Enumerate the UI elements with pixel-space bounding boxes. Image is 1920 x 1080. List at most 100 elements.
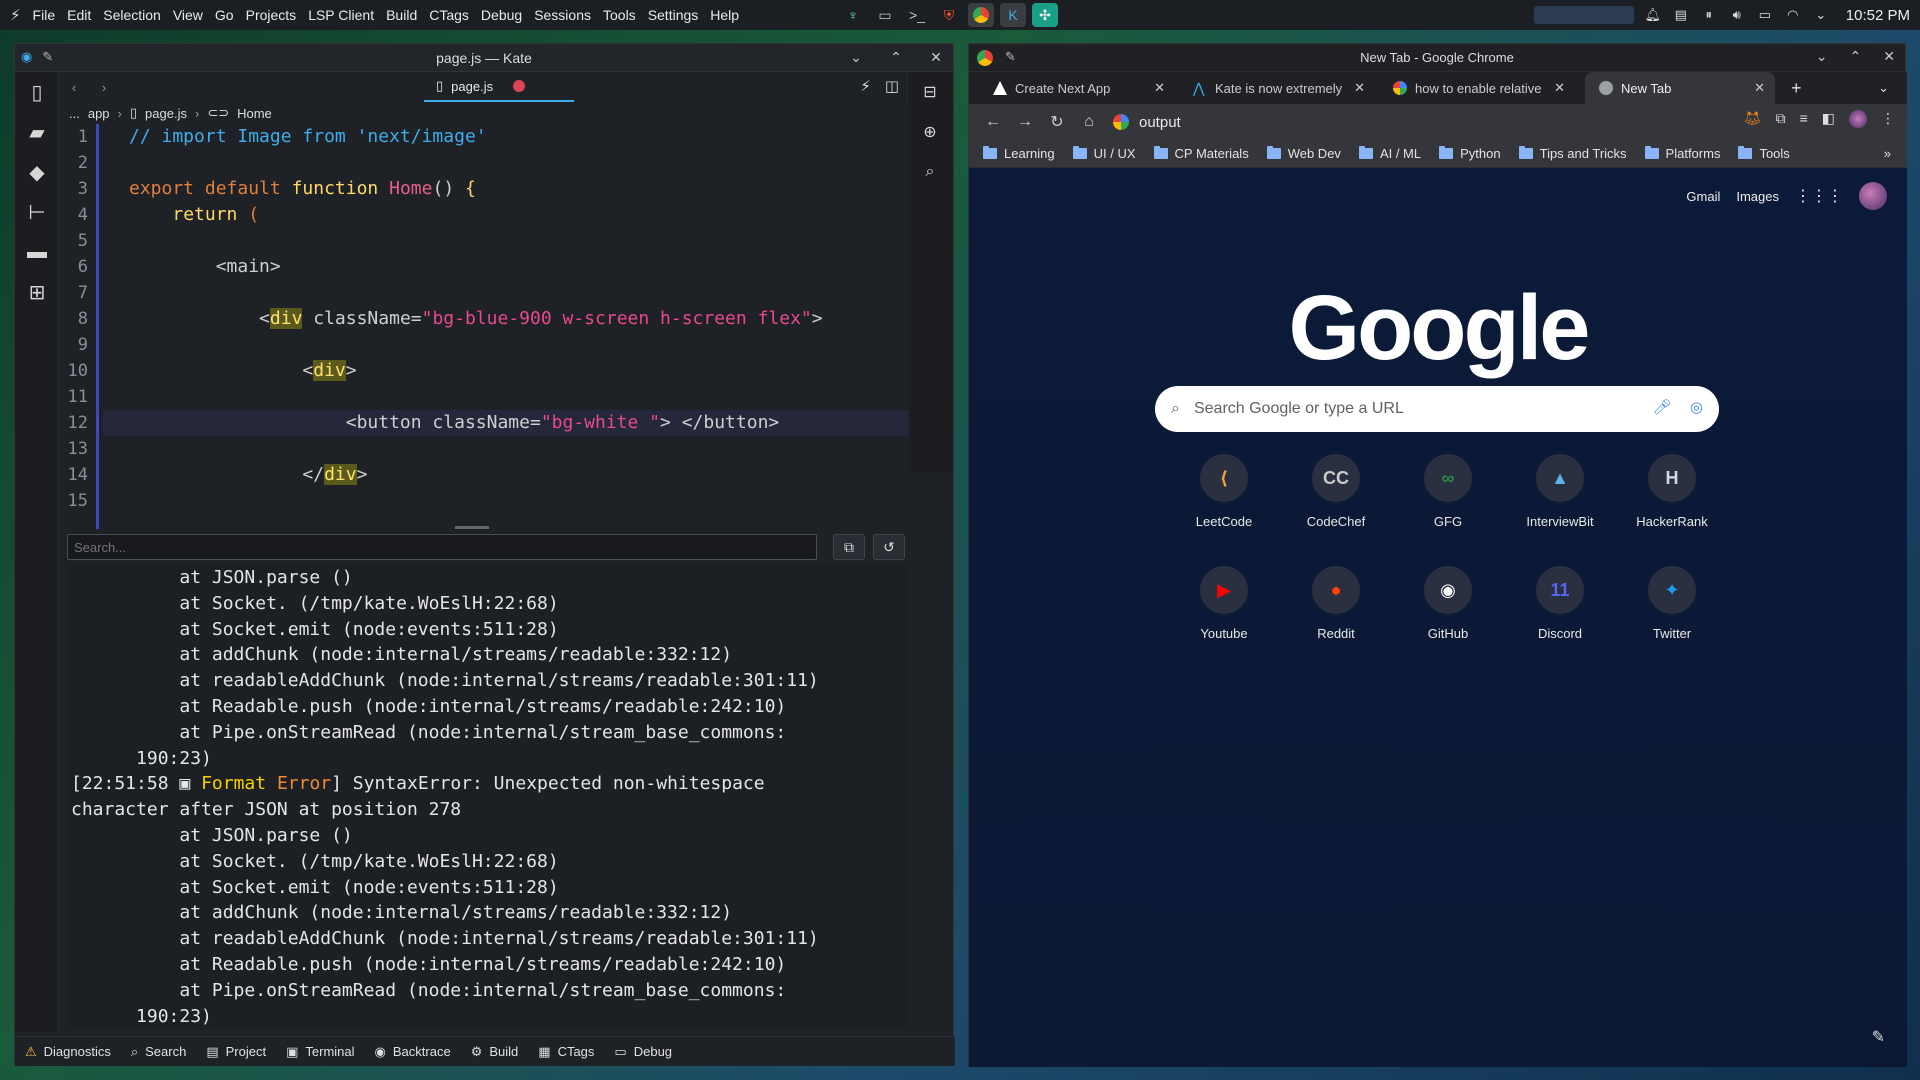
profile-avatar[interactable]: [1849, 110, 1867, 128]
pin-icon[interactable]: ✎: [1005, 49, 1016, 65]
code-line[interactable]: [103, 384, 909, 410]
close-tab-icon[interactable]: ✕: [1754, 80, 1765, 96]
clock[interactable]: 10:52 PM: [1846, 7, 1910, 24]
clear-history-icon[interactable]: ↺: [873, 534, 905, 560]
maximize-icon[interactable]: ⌃: [1850, 48, 1862, 65]
code-line[interactable]: [103, 436, 909, 462]
toolview-terminal[interactable]: ▣ Terminal: [286, 1044, 354, 1060]
breadcrumb-root[interactable]: ...: [69, 106, 80, 121]
menu-item-lsp-client[interactable]: LSP Client: [302, 7, 380, 23]
browser-tab[interactable]: Create Next App ✕: [979, 72, 1175, 104]
new-doc-icon[interactable]: ⊕: [908, 112, 952, 152]
browser-tab[interactable]: ⋀ Kate is now extremely ✕: [1179, 72, 1375, 104]
code-line[interactable]: <main>: [103, 254, 909, 280]
apps-grid-icon[interactable]: ⋮⋮⋮: [1795, 186, 1843, 206]
bookmark-folder[interactable]: AI / ML: [1358, 146, 1421, 161]
volume-icon[interactable]: 🔊︎: [1728, 6, 1746, 24]
new-tab-icon[interactable]: +: [1791, 78, 1802, 99]
bookmark-folder[interactable]: Tools: [1738, 146, 1790, 161]
side-panel-icon[interactable]: ◧: [1822, 110, 1835, 128]
menu-item-edit[interactable]: Edit: [61, 7, 97, 23]
browser-tab[interactable]: how to enable relative ✕: [1379, 72, 1575, 104]
home-icon[interactable]: ⌂: [1073, 113, 1105, 131]
toolview-build[interactable]: ⚙ Build: [471, 1044, 519, 1060]
code-line[interactable]: [103, 228, 909, 254]
menu-item-tools[interactable]: Tools: [597, 7, 642, 23]
bookmark-folder[interactable]: Learning: [983, 146, 1055, 161]
minimize-icon[interactable]: ⌄: [847, 48, 865, 66]
code-line[interactable]: <div>: [103, 358, 909, 384]
gmail-link[interactable]: Gmail: [1686, 189, 1720, 204]
code-editor[interactable]: 1 2 3 4 5 6 7 8 9 10 11 12 13 14 15 // import Image fr…: [59, 124, 909, 529]
shortcut-tile[interactable]: ◉ GitHub: [1403, 566, 1493, 641]
menu-item-selection[interactable]: Selection: [97, 7, 167, 23]
taskbar-app-icon[interactable]: ♆: [840, 3, 866, 27]
close-icon[interactable]: ✕: [927, 48, 945, 66]
reading-list-icon[interactable]: ≡: [1800, 110, 1808, 128]
code-line[interactable]: // import Image from 'next/image': [103, 124, 909, 150]
shortcut-tile[interactable]: ▶ Youtube: [1179, 566, 1269, 641]
close-tab-icon[interactable]: ✕: [1154, 80, 1165, 96]
toolview-search[interactable]: ⌕ Search: [131, 1044, 186, 1060]
folder-icon[interactable]: ▰: [15, 112, 59, 152]
shortcut-tile[interactable]: CC CodeChef: [1291, 454, 1381, 529]
media-icon[interactable]: ⏸: [1700, 6, 1718, 24]
code-line[interactable]: export default function Home() {: [103, 176, 909, 202]
breadcrumb-app[interactable]: app: [88, 106, 110, 121]
shortcut-tile[interactable]: ∞ GFG: [1403, 454, 1493, 529]
symbols-icon[interactable]: ⊢: [15, 192, 59, 232]
menu-item-help[interactable]: Help: [704, 7, 745, 23]
shortcut-tile[interactable]: 11 Discord: [1515, 566, 1605, 641]
ntp-search-box[interactable]: ⌕ Search Google or type a URL 🎤︎ ◎: [1155, 386, 1719, 432]
split-view-icon[interactable]: ◫: [885, 77, 899, 95]
wifi-icon[interactable]: ◠: [1784, 6, 1802, 24]
search-input[interactable]: [67, 534, 817, 560]
avatar[interactable]: [1859, 182, 1887, 210]
shortcut-tile[interactable]: ▲ InterviewBit: [1515, 454, 1605, 529]
bookmark-folder[interactable]: Python: [1439, 146, 1501, 161]
breadcrumb-symbol[interactable]: Home: [237, 106, 272, 121]
code-line[interactable]: [103, 150, 909, 176]
app-launcher-icon[interactable]: ⚡: [10, 6, 21, 24]
output-terminal[interactable]: at JSON.parse () at Socket. (/tmp/kate.W…: [67, 565, 907, 1029]
shortcut-tile[interactable]: ⟨ LeetCode: [1179, 454, 1269, 529]
forward-icon[interactable]: →: [1009, 113, 1041, 131]
bookmark-folder[interactable]: Platforms: [1644, 146, 1720, 161]
images-link[interactable]: Images: [1736, 189, 1779, 204]
shortcut-tile[interactable]: H HackerRank: [1627, 454, 1717, 529]
terminal-icon[interactable]: >_: [904, 3, 930, 27]
copy-icon[interactable]: ⧉: [833, 534, 865, 560]
chrome-icon[interactable]: [968, 3, 994, 27]
structure-icon[interactable]: ⊞: [15, 272, 59, 312]
tab-search-icon[interactable]: ⌄: [1878, 80, 1889, 96]
menu-item-build[interactable]: Build: [380, 7, 423, 23]
browser-tab-active[interactable]: New Tab ✕: [1585, 72, 1775, 104]
customize-pencil-icon[interactable]: ✎: [1872, 1027, 1885, 1047]
microphone-icon[interactable]: 🎤︎: [1653, 398, 1672, 416]
pin-icon[interactable]: ✎: [42, 49, 53, 65]
bookmark-folder[interactable]: Web Dev: [1266, 146, 1341, 161]
brave-icon[interactable]: ⛨: [936, 3, 962, 27]
code-line[interactable]: return (: [103, 202, 909, 228]
tab-next-icon[interactable]: ›: [89, 80, 119, 95]
pager-icon[interactable]: [1533, 6, 1634, 24]
menu-item-projects[interactable]: Projects: [240, 7, 303, 23]
code-line[interactable]: </div>: [103, 462, 909, 488]
projects-icon[interactable]: ▬: [15, 232, 59, 272]
close-icon[interactable]: ✕: [1883, 48, 1895, 65]
menu-item-ctags[interactable]: CTags: [423, 7, 475, 23]
notification-icon[interactable]: 🔔︎: [1644, 6, 1662, 24]
toolview-diagnostics[interactable]: ⚠ Diagnostics: [25, 1044, 111, 1060]
menu-item-file[interactable]: File: [27, 7, 62, 23]
bookmark-folder[interactable]: CP Materials: [1153, 146, 1249, 161]
panel-resize-handle[interactable]: [455, 526, 489, 529]
bookmark-folder[interactable]: UI / UX: [1072, 146, 1136, 161]
menu-item-go[interactable]: Go: [209, 7, 240, 23]
close-tab-icon[interactable]: ✕: [1354, 80, 1365, 96]
code-line[interactable]: <div className="bg-blue-900 w-screen h-s…: [103, 306, 909, 332]
more-bookmarks-icon[interactable]: »: [1884, 146, 1891, 161]
code-line[interactable]: <button className="bg-white "> </button>: [103, 410, 909, 436]
reload-icon[interactable]: ↻: [1041, 112, 1073, 132]
git-icon[interactable]: ◆: [15, 152, 59, 192]
toolview-ctags[interactable]: ▦ CTags: [538, 1044, 594, 1060]
